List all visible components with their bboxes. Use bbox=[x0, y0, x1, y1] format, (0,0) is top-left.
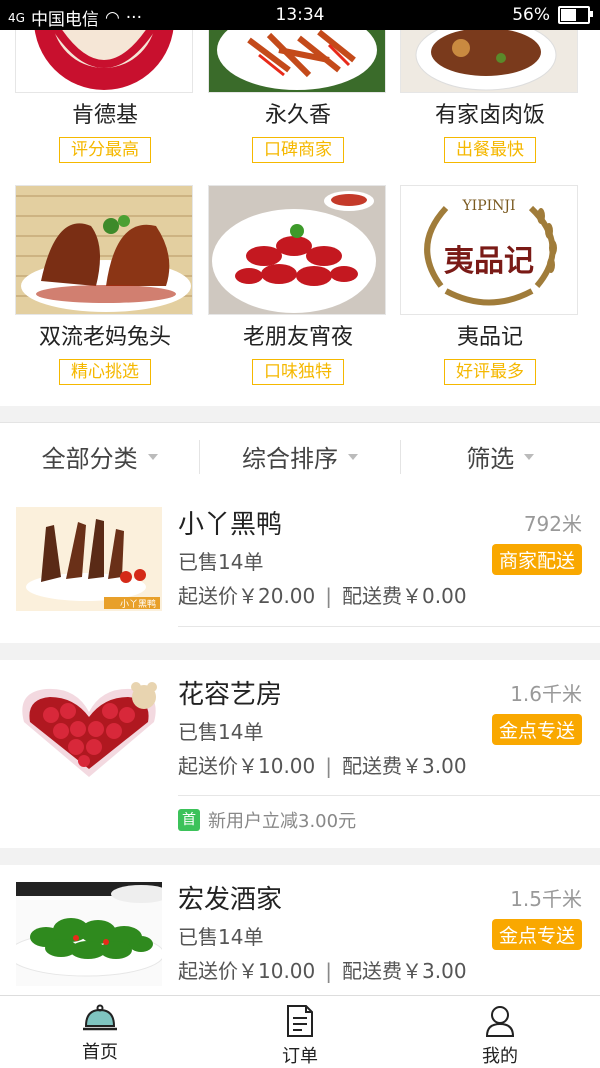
delivery-badge: 金点专送 bbox=[491, 714, 582, 745]
bottom-tab-bar: 首页 订单 我的 bbox=[0, 995, 600, 1068]
new-user-icon: 首 bbox=[178, 809, 200, 831]
user-icon bbox=[485, 1006, 515, 1037]
shop-card-tutou[interactable]: 双流老妈兔头 精心挑选 bbox=[15, 185, 195, 385]
sort-label: 综合排序 bbox=[241, 445, 338, 473]
min-price: 起送价￥20.00 bbox=[178, 584, 316, 608]
tab-home[interactable]: 首页 bbox=[0, 996, 200, 1068]
shop-tag: 口碑商家 bbox=[252, 137, 344, 163]
store-fees: 起送价￥20.00 | 配送费￥0.00 bbox=[178, 580, 467, 609]
shop-image bbox=[15, 30, 193, 93]
tab-label: 我的 bbox=[482, 1046, 518, 1067]
category-label: 全部分类 bbox=[41, 445, 138, 473]
chevron-down-icon bbox=[347, 453, 358, 460]
shop-tag: 评分最高 bbox=[59, 137, 151, 163]
shop-image bbox=[208, 30, 386, 93]
divider: | bbox=[325, 754, 333, 778]
order-icon bbox=[287, 1005, 313, 1037]
divider: | bbox=[325, 959, 333, 983]
store-name: 花容艺房 bbox=[178, 680, 283, 710]
shop-name: 老朋友宵夜 bbox=[242, 325, 353, 350]
tab-label: 订单 bbox=[282, 1046, 318, 1067]
shop-name: 双流老妈兔头 bbox=[38, 325, 171, 350]
shop-image bbox=[15, 185, 193, 315]
shop-image bbox=[400, 30, 578, 93]
row-divider bbox=[178, 795, 600, 796]
tab-profile[interactable]: 我的 bbox=[400, 996, 600, 1068]
store-name: 小丫黑鸭 bbox=[178, 510, 283, 540]
filter-label: 筛选 bbox=[466, 445, 515, 473]
shop-card-kfc[interactable]: 肯德基 评分最高 bbox=[15, 30, 195, 163]
shop-tag: 出餐最快 bbox=[444, 137, 536, 163]
store-image bbox=[16, 882, 162, 986]
tab-orders[interactable]: 订单 bbox=[200, 996, 400, 1068]
battery-icon bbox=[558, 6, 593, 24]
shop-tag: 精心挑选 bbox=[59, 359, 151, 385]
promo-row: 首 新用户立减3.00元 bbox=[178, 807, 356, 833]
store-sold: 已售14单 bbox=[178, 925, 264, 949]
logo-chinese: 夷品记 bbox=[444, 244, 534, 279]
status-bar: 4G 中国电信 ◠ ··· 13:34 56% bbox=[0, 0, 600, 30]
store-fees: 起送价￥10.00 | 配送费￥3.00 bbox=[178, 750, 467, 779]
min-price: 起送价￥10.00 bbox=[178, 959, 316, 983]
delivery-fee: 配送费￥3.00 bbox=[342, 754, 467, 778]
shop-card-laopengyou[interactable]: 老朋友宵夜 口味独特 bbox=[208, 185, 388, 385]
shop-name: 夷品记 bbox=[456, 325, 523, 350]
delivery-fee: 配送费￥3.00 bbox=[342, 959, 467, 983]
store-distance: 1.6千米 bbox=[510, 682, 582, 706]
store-item[interactable]: 宏发酒家 1.5千米 已售14单 金点专送 起送价￥10.00 | 配送费￥3.00 bbox=[0, 865, 600, 995]
logo-latin: YIPINJI bbox=[462, 198, 516, 214]
store-sold: 已售14单 bbox=[178, 720, 264, 744]
shop-name: 永久香 bbox=[264, 103, 331, 128]
shop-card-yongjiuxiang[interactable]: 永久香 口碑商家 bbox=[208, 30, 388, 163]
delivery-badge: 金点专送 bbox=[491, 919, 582, 950]
delivery-badge: 商家配送 bbox=[491, 544, 582, 575]
store-sold: 已售14单 bbox=[178, 550, 264, 574]
chevron-down-icon bbox=[524, 453, 535, 460]
delivery-fee: 配送费￥0.00 bbox=[342, 584, 467, 608]
featured-shops: 肯德基 评分最高 永久香 口碑商家 有家卤肉饭 出餐最快 双流老妈兔头 精心挑选… bbox=[0, 30, 600, 406]
store-distance: 792米 bbox=[523, 512, 582, 536]
clock: 13:34 bbox=[275, 5, 325, 25]
sort-dropdown[interactable]: 综合排序 bbox=[200, 439, 401, 474]
store-fees: 起送价￥10.00 | 配送费￥3.00 bbox=[178, 955, 467, 984]
divider: | bbox=[325, 584, 333, 608]
filter-dropdown[interactable]: 筛选 bbox=[401, 440, 600, 474]
store-image: 小丫黑鸭 bbox=[16, 507, 162, 611]
image-caption: 小丫黑鸭 bbox=[119, 600, 156, 610]
store-item[interactable]: 小丫黑鸭 小丫黑鸭 792米 已售14单 商家配送 起送价￥20.00 | 配送费￥… bbox=[0, 490, 600, 643]
row-divider bbox=[178, 626, 600, 627]
shop-name: 肯德基 bbox=[71, 103, 138, 128]
chevron-down-icon bbox=[147, 453, 158, 460]
shop-tag: 口味独特 bbox=[252, 359, 344, 385]
shop-logo: YIPINJI 夷品记 bbox=[400, 185, 578, 315]
store-image bbox=[16, 677, 162, 781]
battery-percent: 56% bbox=[512, 5, 550, 25]
shop-card-youjia[interactable]: 有家卤肉饭 出餐最快 bbox=[400, 30, 580, 163]
promo-text: 新用户立减3.00元 bbox=[208, 811, 357, 832]
shop-name: 有家卤肉饭 bbox=[434, 103, 545, 128]
min-price: 起送价￥10.00 bbox=[178, 754, 316, 778]
shop-card-yipinji[interactable]: YIPINJI 夷品记 夷品记 好评最多 bbox=[400, 185, 580, 385]
cloche-icon bbox=[83, 1004, 117, 1031]
store-name: 宏发酒家 bbox=[178, 885, 283, 915]
shop-tag: 好评最多 bbox=[444, 359, 536, 385]
filter-bar: 全部分类 综合排序 筛选 bbox=[0, 422, 600, 491]
tab-label: 首页 bbox=[82, 1042, 118, 1063]
shop-image bbox=[208, 185, 386, 315]
category-dropdown[interactable]: 全部分类 bbox=[0, 439, 201, 474]
store-distance: 1.5千米 bbox=[510, 887, 582, 911]
store-item[interactable]: 花容艺房 1.6千米 已售14单 金点专送 起送价￥10.00 | 配送费￥3.00… bbox=[0, 660, 600, 848]
